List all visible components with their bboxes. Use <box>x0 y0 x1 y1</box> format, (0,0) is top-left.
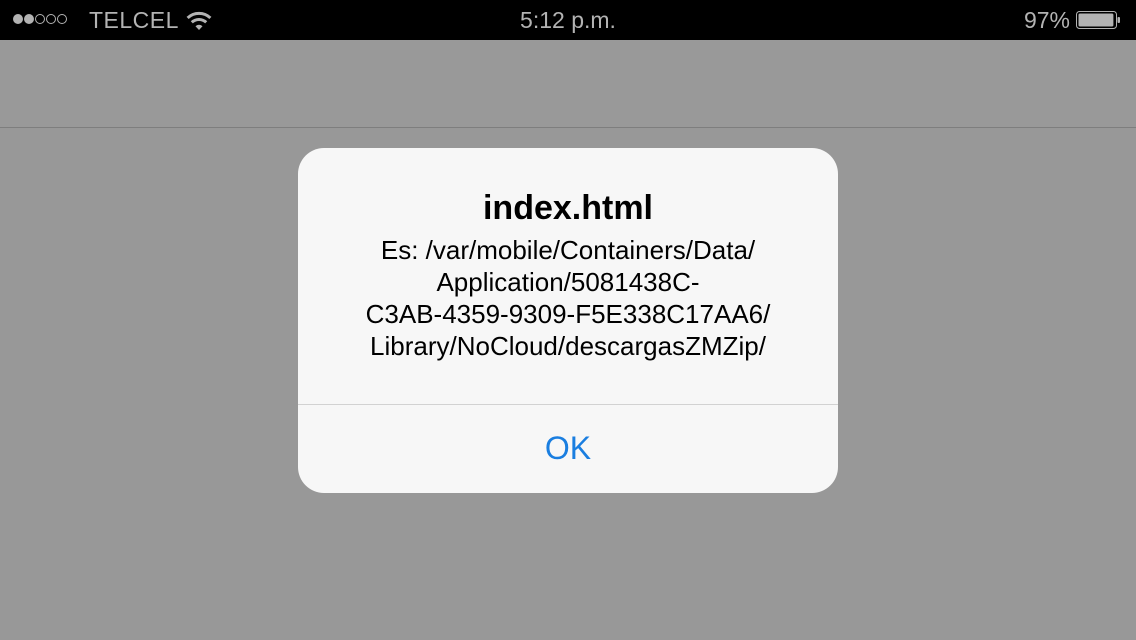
alert-message-line: Library/NoCloud/descargasZMZip/ <box>370 331 766 361</box>
battery-icon <box>1076 11 1120 29</box>
battery-percent: 97% <box>1023 7 1070 33</box>
alert-message-line: Es: /var/mobile/Containers/Data/ <box>380 235 756 265</box>
alert-body: index.html Es: /var/mobile/Containers/Da… <box>298 148 838 404</box>
alert-message-line: Application/5081438C- <box>436 267 700 297</box>
ok-button[interactable]: OK <box>298 405 838 493</box>
navigation-bar <box>0 40 1136 128</box>
status-time: 5:12 p.m. <box>520 7 616 33</box>
alert-title: index.html <box>482 189 654 227</box>
alert-dialog: index.html Es: /var/mobile/Containers/Da… <box>298 148 838 493</box>
status-bar: TELCEL 5:12 p.m. 97% <box>0 0 1136 40</box>
alert-message-line: C3AB-4359-9309-F5E338C17AA6/ <box>365 299 771 329</box>
alert-message: Es: /var/mobile/Containers/Data/ Applica… <box>338 234 798 362</box>
